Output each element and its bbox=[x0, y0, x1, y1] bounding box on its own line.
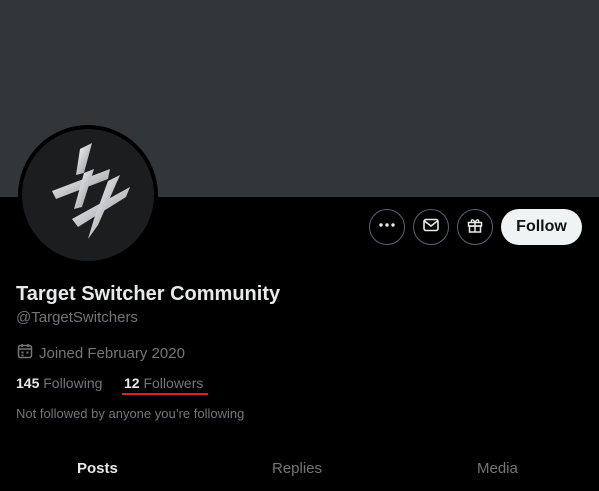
gift-icon bbox=[466, 216, 484, 239]
tab-posts[interactable]: Posts bbox=[77, 460, 118, 477]
profile-tabs: Posts Replies Media bbox=[0, 448, 599, 491]
calendar-icon bbox=[16, 342, 39, 364]
message-icon bbox=[422, 216, 440, 239]
followers-link[interactable]: 12 Followers bbox=[124, 375, 203, 391]
followers-highlight-underline bbox=[122, 393, 208, 395]
message-button[interactable] bbox=[413, 209, 449, 245]
joined-date: Joined February 2020 bbox=[16, 342, 185, 364]
profile-handle: @TargetSwitchers bbox=[16, 309, 138, 326]
follow-button[interactable]: Follow bbox=[501, 209, 582, 245]
joined-text: Joined February 2020 bbox=[39, 344, 185, 362]
more-icon bbox=[378, 216, 396, 239]
followers-label: Followers bbox=[143, 375, 204, 391]
not-followed-note: Not followed by anyone you’re following bbox=[16, 406, 245, 421]
following-link[interactable]: 145 Following bbox=[16, 375, 102, 391]
profile-name: Target Switcher Community bbox=[16, 283, 281, 305]
following-label: Following bbox=[43, 375, 103, 391]
following-count: 145 bbox=[16, 375, 40, 391]
tab-replies[interactable]: Replies bbox=[272, 460, 322, 477]
followers-count: 12 bbox=[124, 375, 140, 391]
tab-media[interactable]: Media bbox=[477, 460, 518, 477]
more-button[interactable] bbox=[369, 209, 405, 245]
profile-avatar[interactable] bbox=[18, 125, 158, 265]
avatar-logo bbox=[22, 129, 154, 261]
gift-button[interactable] bbox=[457, 209, 493, 245]
